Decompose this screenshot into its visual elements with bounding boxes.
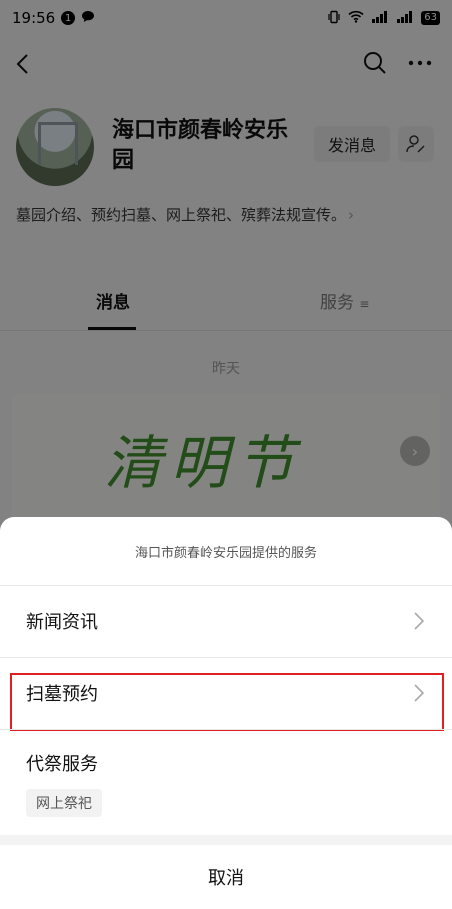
menu-item-label: 新闻资讯: [26, 612, 98, 633]
services-sheet: 海口市颜春岭安乐园提供的服务 新闻资讯 扫墓预约 代祭服务 网上祭祀 取消: [0, 517, 452, 909]
tag-online-worship[interactable]: 网上祭祀: [26, 789, 102, 817]
highlight-box: [10, 673, 444, 731]
menu-item-news[interactable]: 新闻资讯: [0, 586, 452, 656]
chevron-right-icon: [414, 612, 425, 630]
cancel-button[interactable]: 取消: [0, 845, 452, 909]
menu-item-label: 代祭服务: [26, 754, 98, 775]
divider: [0, 835, 452, 845]
menu-item-proxy-worship[interactable]: 代祭服务: [0, 730, 452, 835]
sheet-title: 海口市颜春岭安乐园提供的服务: [134, 545, 317, 561]
